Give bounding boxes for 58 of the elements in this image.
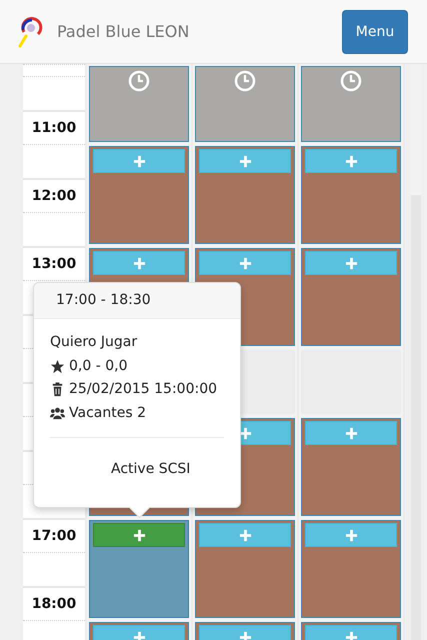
app-title: Padel Blue LEON (57, 22, 190, 41)
time-cell: 18:00 (23, 586, 85, 620)
add-button[interactable] (305, 421, 397, 445)
unavailable-slot[interactable] (299, 64, 403, 144)
add-button[interactable] (199, 149, 291, 173)
detail-text: 0,0 - 0,0 (69, 356, 128, 376)
plus-icon (238, 256, 252, 270)
player-name: Quiero Jugar (50, 333, 138, 352)
plus-icon (344, 426, 358, 440)
users-icon (50, 406, 65, 421)
time-cell: 13:00 (23, 246, 85, 280)
plus-icon (344, 528, 358, 542)
add-button[interactable] (305, 149, 397, 173)
trash-icon (50, 382, 65, 398)
unavailable-slot[interactable] (87, 64, 191, 144)
menu-button[interactable]: Menu (342, 10, 408, 54)
plus-icon (132, 154, 146, 168)
booking-slot[interactable] (299, 416, 403, 518)
booking-slot[interactable] (193, 518, 297, 620)
star-icon (50, 358, 65, 374)
plus-icon (238, 528, 252, 542)
plus-icon (344, 154, 358, 168)
clock-icon (234, 70, 256, 92)
plus-icon (344, 630, 358, 640)
add-button[interactable] (199, 523, 291, 547)
detail-text: Vacantes 2 (69, 404, 146, 422)
booking-slot[interactable] (299, 246, 403, 348)
plus-icon (132, 528, 146, 542)
plus-icon (238, 154, 252, 168)
add-button[interactable] (93, 251, 185, 275)
plus-icon (132, 256, 146, 270)
clock-icon (128, 70, 150, 92)
time-cell: 12:00 (23, 178, 85, 212)
add-button[interactable] (93, 149, 185, 173)
booking-slot[interactable] (87, 144, 191, 246)
time-cell (23, 76, 85, 110)
booking-slot[interactable] (193, 144, 297, 246)
booking-slot[interactable] (299, 518, 403, 620)
unavailable-slot[interactable] (193, 64, 297, 144)
time-cell (23, 144, 85, 178)
time-cell (23, 552, 85, 586)
plus-icon (238, 630, 252, 640)
time-cell (23, 212, 85, 246)
booking-slot[interactable] (299, 144, 403, 246)
popover-title: 17:00 - 18:30 (34, 283, 240, 319)
selected-slot[interactable] (87, 518, 191, 620)
add-button[interactable] (305, 251, 397, 275)
logo-icon (18, 16, 44, 48)
detail-text: 25/02/2015 15:00:00 (69, 380, 218, 399)
time-cell: 17:00 (23, 518, 85, 552)
add-button[interactable] (305, 523, 397, 547)
add-button[interactable] (93, 523, 185, 547)
clock-icon (340, 70, 362, 92)
plus-icon (132, 630, 146, 640)
add-button[interactable] (199, 251, 291, 275)
time-cell: 11:00 (23, 110, 85, 144)
plus-icon (344, 256, 358, 270)
user-name: Active SCSI (110, 461, 192, 477)
